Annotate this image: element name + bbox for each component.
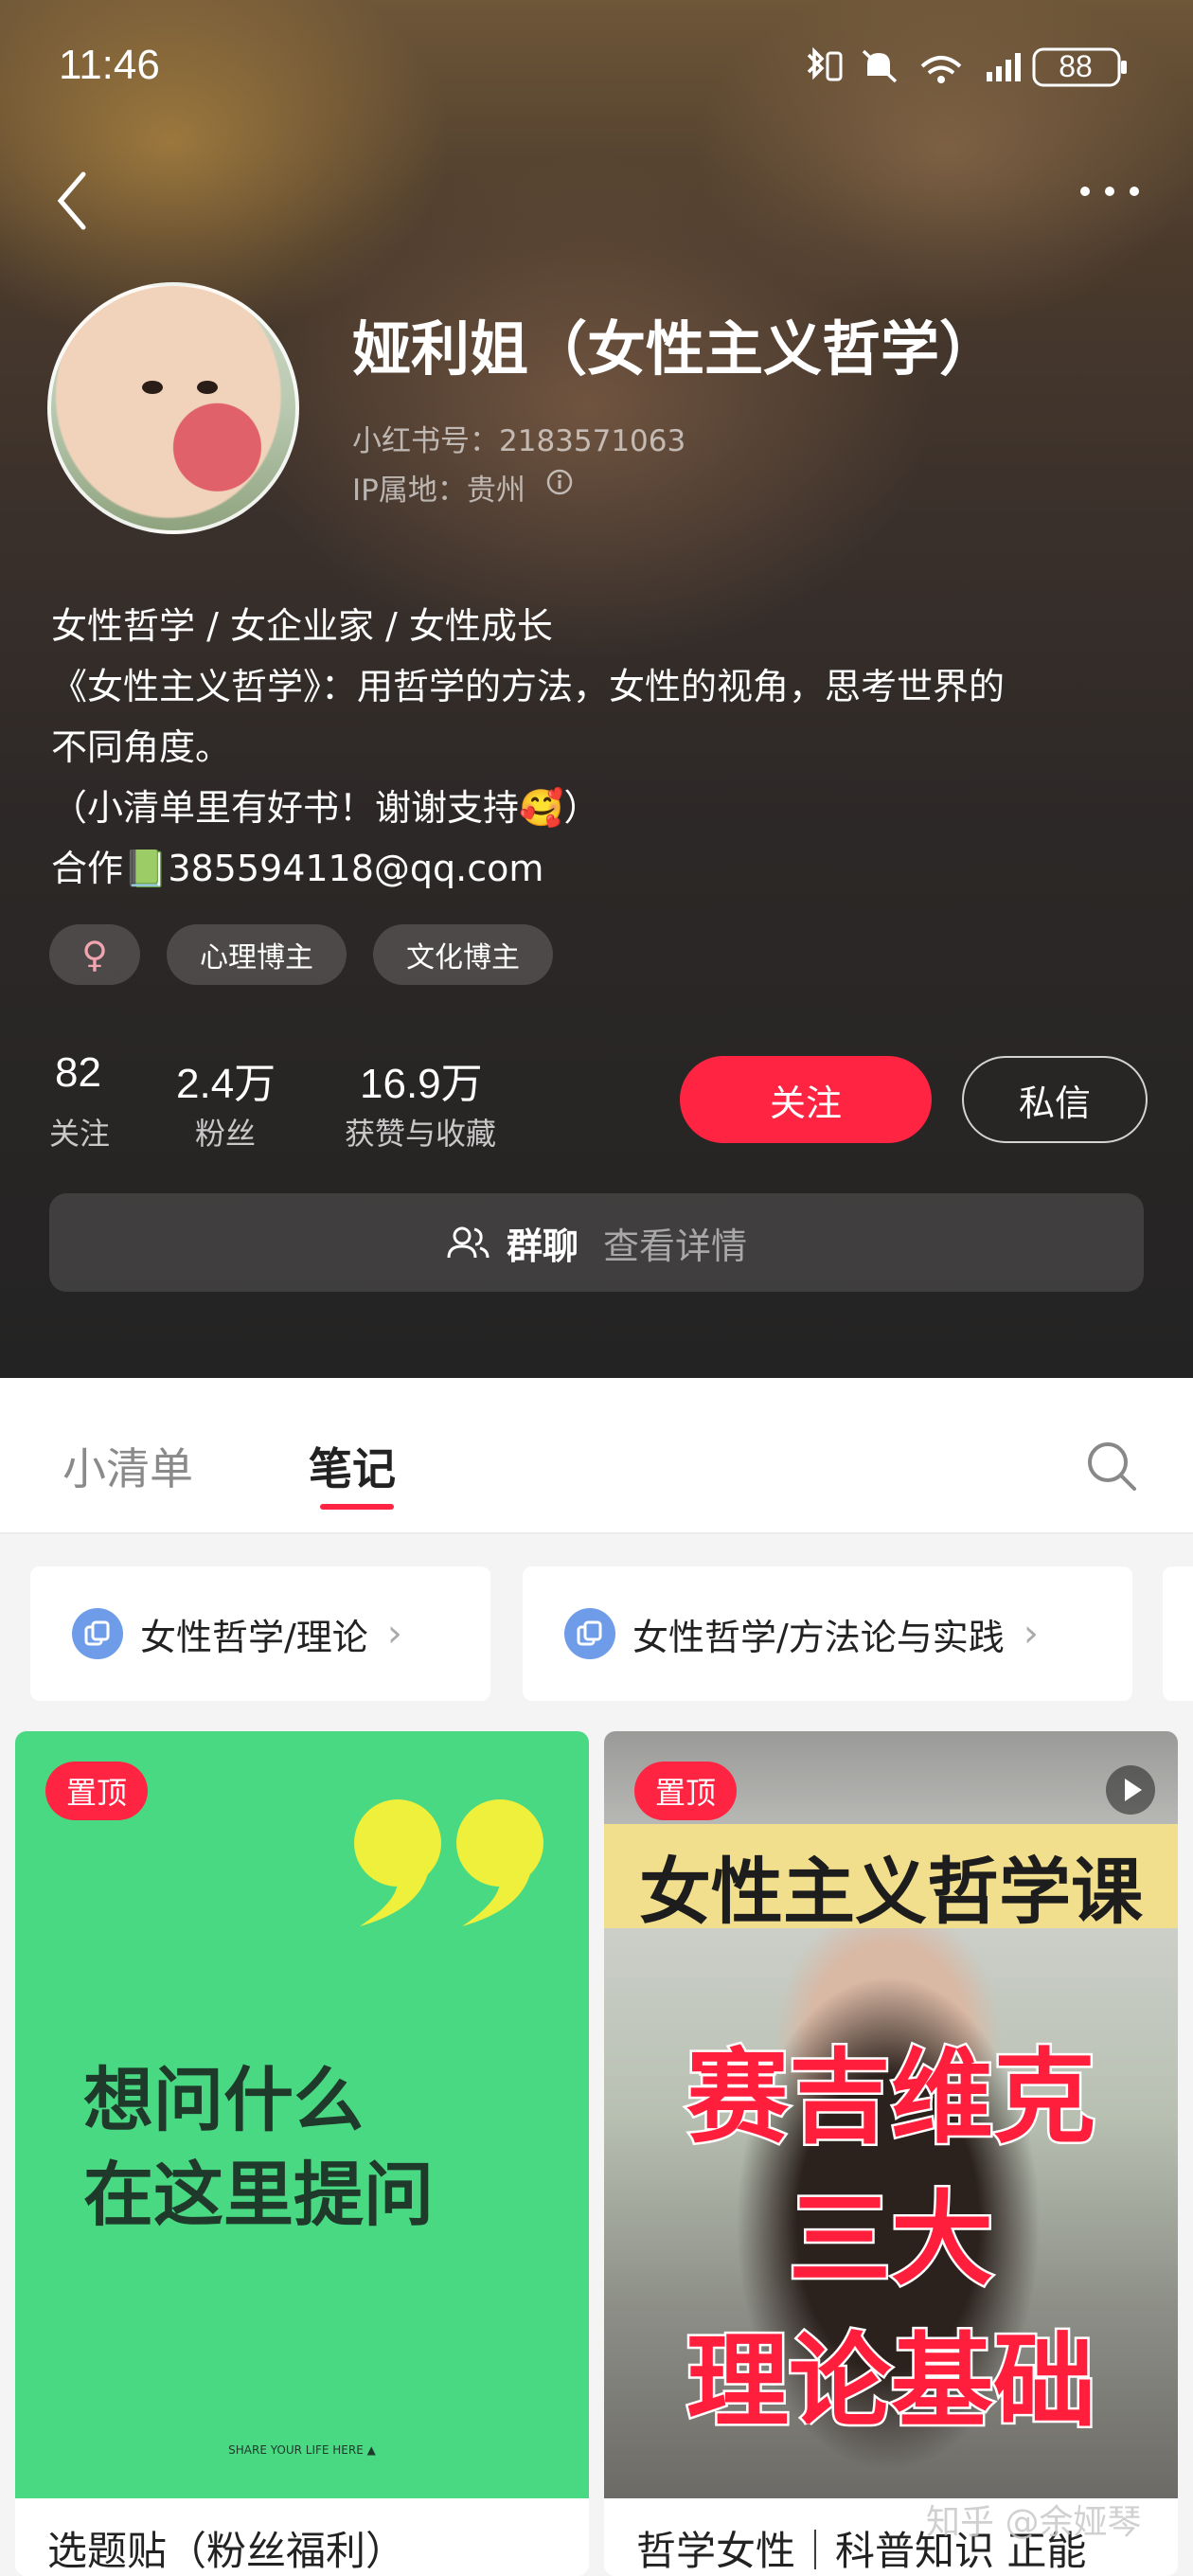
bio-contact: 合作📗385594118@qq.com <box>51 848 544 889</box>
bio-line: 女性哲学 / 女企业家 / 女性成长 <box>51 605 553 647</box>
avatar-eye <box>142 381 163 394</box>
likes-count[interactable]: 16.9万 <box>360 1049 483 1110</box>
note-cover: 女性主义哲学课 赛吉维克 三大 理论基础 <box>604 1731 1178 2498</box>
note-cover: 想问什么 在这里提问 SHARE YOUR LIFE HERE ▲ <box>15 1731 589 2498</box>
follow-button[interactable]: 关注 <box>680 1056 932 1143</box>
red-id: 小红书号：2183571063 <box>352 424 686 458</box>
note-card[interactable]: 女性主义哲学课 赛吉维克 三大 理论基础 置顶 哲学女性｜科普知识 正能 <box>604 1731 1178 2576</box>
note-title: 选题贴（粉丝福利） <box>47 2528 406 2574</box>
quote-mark-icon <box>354 1799 543 1926</box>
collection-icon <box>564 1608 615 1659</box>
info-icon-svg <box>546 469 573 495</box>
status-time: 11:46 <box>59 42 160 88</box>
bio-line: 不同角度。 <box>51 726 232 768</box>
bio-line: 《女性主义哲学》：用哲学的方法，女性的视角，思考世界的 <box>51 666 1006 707</box>
more-dots-icon <box>1080 187 1139 196</box>
followers-label: 粉丝 <box>195 1116 257 1152</box>
info-icon[interactable] <box>545 468 574 496</box>
tab-notes[interactable]: 笔记 <box>309 1435 396 1497</box>
cover-header-text: 女性主义哲学课 <box>639 1850 1143 1934</box>
collection-icon <box>72 1608 123 1659</box>
search-button[interactable] <box>1085 1440 1138 1493</box>
cover-text: 理论基础 <box>684 2321 1097 2444</box>
bio-line: （小清单里有好书！谢谢支持🥰） <box>51 787 600 829</box>
gender-tag: ♀ <box>49 924 140 985</box>
cover-text: 在这里提问 <box>83 2155 434 2236</box>
chevron-right-icon: › <box>1023 1612 1039 1655</box>
tag-pill: 文化博主 <box>373 924 553 985</box>
ip-location: IP属地：贵州 <box>352 474 525 508</box>
collection-chip[interactable]: 女性哲学/方法论与实践 › <box>523 1566 1132 1701</box>
back-button[interactable] <box>45 163 102 239</box>
collection-chip-partial[interactable] <box>1163 1566 1193 1701</box>
search-icon <box>1088 1442 1136 1491</box>
active-tab-indicator <box>320 1504 394 1510</box>
collection-label: 女性哲学/理论 <box>140 1616 368 1658</box>
avatar[interactable] <box>47 282 299 534</box>
collection-chip[interactable]: 女性哲学/理论 › <box>30 1566 490 1701</box>
more-button[interactable] <box>1076 178 1144 206</box>
group-chat-detail: 查看详情 <box>603 1225 748 1267</box>
followers-count[interactable]: 2.4万 <box>176 1049 276 1110</box>
chevron-left-icon <box>57 171 86 230</box>
group-chat-label: 群聊 <box>506 1225 579 1267</box>
avatar-eye <box>197 381 218 394</box>
tag-pill: 心理博主 <box>167 924 347 985</box>
profile-name: 娅利姐（女性主义哲学） <box>352 314 999 384</box>
tab-lists[interactable]: 小清单 <box>62 1435 193 1497</box>
note-card[interactable]: 想问什么 在这里提问 SHARE YOUR LIFE HERE ▲ 置顶 选题贴… <box>15 1731 589 2576</box>
pinned-badge: 置顶 <box>634 1762 738 1820</box>
likes-label: 获赞与收藏 <box>345 1116 497 1152</box>
group-icon <box>447 1226 490 1259</box>
cover-text: 赛吉维克 <box>684 2037 1097 2160</box>
message-button[interactable]: 私信 <box>962 1056 1148 1143</box>
following-count[interactable]: 82 <box>55 1049 101 1097</box>
cover-text: 想问什么 <box>83 2060 364 2141</box>
cover-text: 三大 <box>786 2179 995 2302</box>
following-label: 关注 <box>49 1116 111 1152</box>
cover-small-text: SHARE YOUR LIFE HERE ▲ <box>228 2443 376 2457</box>
watermark: 知乎 @余娅琴 <box>926 2503 1142 2542</box>
battery-level: 88 <box>1059 49 1093 83</box>
chevron-right-icon: › <box>386 1612 402 1655</box>
pinned-badge: 置顶 <box>45 1762 149 1820</box>
video-play-icon <box>1106 1765 1155 1815</box>
collection-label: 女性哲学/方法论与实践 <box>632 1616 1005 1658</box>
group-chat-bar[interactable]: 群聊 查看详情 <box>49 1193 1144 1292</box>
